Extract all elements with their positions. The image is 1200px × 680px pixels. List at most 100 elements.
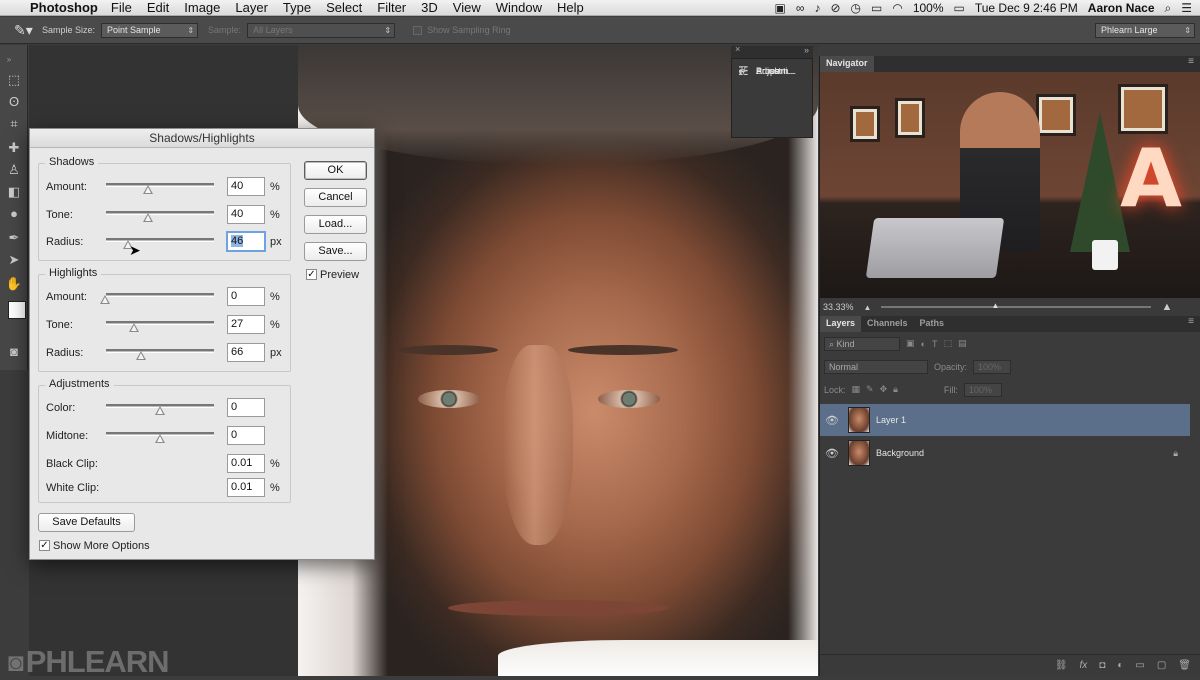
highlights-tone-slider[interactable] [106,321,214,325]
creative-cloud-icon[interactable]: ∞ [796,1,805,15]
load-button[interactable]: Load... [304,215,367,234]
menu-window[interactable]: Window [496,0,542,15]
layer-row-layer-1[interactable]: 👁︎ Layer 1 [820,404,1190,436]
save-defaults-button[interactable]: Save Defaults [38,513,135,532]
color-slider-thumb[interactable] [155,406,165,415]
blend-mode-select[interactable]: Normal [824,359,928,374]
stamp-tool-icon[interactable]: ♙ [4,161,24,179]
zoom-slider[interactable]: ▲ [881,301,1152,310]
time-machine-icon[interactable]: ◷ [851,1,861,15]
pen-tool-icon[interactable]: ✒ [4,229,24,247]
search-icon[interactable]: ⌕ [1165,1,1172,16]
camera-icon[interactable]: ▣ [775,1,786,15]
zoom-out-icon[interactable]: ▲ [864,303,872,312]
zoom-in-icon[interactable]: ▲ [1161,301,1172,313]
menu-layer[interactable]: Layer [235,0,268,15]
highlights-amount-slider[interactable] [106,293,214,297]
highlights-radius-slider[interactable] [106,349,214,353]
save-button[interactable]: Save... [304,242,367,261]
show-more-options-label[interactable]: Show More Options [53,540,150,552]
sampling-ring-option[interactable]: Show Sampling Ring [413,25,511,36]
filter-pixel-icon[interactable]: ▣ [906,338,915,349]
black-clip-input[interactable]: 0.01 [227,454,265,473]
menu-select[interactable]: Select [326,0,362,15]
shadows-radius-input[interactable]: 46 [226,231,266,252]
fx-icon[interactable]: fx [1080,660,1088,671]
new-layer-icon[interactable]: ▢ [1157,660,1166,671]
quick-mask-icon[interactable]: ◙ [4,343,24,361]
ok-button[interactable]: OK [304,161,367,180]
menu-type[interactable]: Type [283,0,311,15]
layer-name[interactable]: Background [876,448,924,458]
collapse-icon[interactable]: » [804,45,809,55]
canvas-photo[interactable] [298,45,818,676]
shadows-tone-slider[interactable] [106,211,214,215]
white-clip-input[interactable]: 0.01 [227,478,265,497]
lasso-tool-icon[interactable]: ʘ [4,93,24,111]
marquee-tool-icon[interactable]: ⬚ [4,71,24,89]
preview-label[interactable]: Preview [320,269,359,281]
battery-percent[interactable]: 100% [913,1,944,15]
blur-tool-icon[interactable]: ● [4,205,24,223]
dialog-title[interactable]: Shadows/Highlights [30,129,374,148]
filter-kind-select[interactable]: ⌕ Kind [824,336,900,351]
eyedropper-tool-icon[interactable]: ✎▾ [0,22,42,39]
panel-menu-icon[interactable]: ≡ [1188,56,1200,72]
layer-name[interactable]: Layer 1 [876,415,906,425]
tab-channels[interactable]: Channels [861,316,914,332]
preview-checkbox[interactable]: ✓ [306,269,317,280]
highlights-radius-input[interactable]: 66 [227,343,265,362]
menu-help[interactable]: Help [557,0,584,15]
lock-transparency-icon[interactable]: ▦ [852,384,861,395]
eraser-tool-icon[interactable]: ◧ [4,183,24,201]
filter-smart-object-icon[interactable]: ▤ [958,338,967,349]
link-layers-icon[interactable]: ⛓ [1055,660,1068,671]
shadows-amount-slider[interactable] [106,183,214,187]
midtone-slider-thumb[interactable] [155,434,165,443]
fill-field[interactable]: 100% [963,382,1002,397]
toolbox-collapse-icon[interactable]: » [3,51,15,69]
sync-icon[interactable]: ⊘ [830,1,840,15]
shadows-tone-slider-thumb[interactable] [143,213,153,222]
menu-file[interactable]: File [111,0,132,15]
hand-tool-icon[interactable]: ✋ [4,275,24,293]
sample-select[interactable]: All Layers [247,22,396,38]
menu-3d[interactable]: 3D [421,0,438,15]
tab-navigator[interactable]: Navigator [820,56,874,72]
wifi-icon[interactable]: ◠ [892,1,902,15]
shadows-amount-input[interactable]: 40 [227,177,265,196]
notification-icon[interactable]: ♪ [814,1,820,15]
lock-pixels-icon[interactable]: ✎ [866,384,874,395]
menu-view[interactable]: View [453,0,481,15]
cancel-button[interactable]: Cancel [304,188,367,207]
color-input[interactable]: 0 [227,398,265,417]
new-group-icon[interactable]: ▭ [1135,660,1144,671]
battery-icon[interactable]: ▭ [954,1,965,15]
sample-size-select[interactable]: Point Sample [101,22,199,38]
display-icon[interactable]: ▭ [871,1,882,15]
delete-layer-icon[interactable]: 🗑︎ [1178,660,1191,671]
layer-row-background[interactable]: 👁︎ Background 🔒︎ [820,437,1190,469]
new-adjustment-layer-icon[interactable]: ◐ [1117,660,1123,671]
app-menu-photoshop[interactable]: Photoshop [30,0,98,15]
foreground-color-swatch[interactable] [8,301,26,319]
close-icon[interactable]: × [735,44,740,54]
visibility-eye-icon[interactable]: 👁︎ [820,447,844,460]
highlights-amount-slider-thumb[interactable] [100,295,110,304]
path-select-tool-icon[interactable]: ➤ [4,251,24,269]
sampling-ring-checkbox[interactable] [413,26,423,36]
filter-adjustment-icon[interactable]: ◐ [921,339,926,349]
menu-edit[interactable]: Edit [147,0,169,15]
mini-panel-header[interactable]: ×» [731,44,813,58]
opacity-field[interactable]: 100% [973,359,1012,374]
clock[interactable]: Tue Dec 9 2:46 PM [975,1,1078,15]
shadows-amount-slider-thumb[interactable] [143,185,153,194]
navigator-preview[interactable]: A [820,72,1200,298]
tab-layers[interactable]: Layers [820,316,862,332]
healing-brush-icon[interactable]: ✚ [4,139,24,157]
show-more-options-checkbox[interactable]: ✓ [39,540,50,551]
highlights-tone-slider-thumb[interactable] [129,323,139,332]
navigator-zoom[interactable]: 33.33% [823,302,854,312]
lock-position-icon[interactable]: ✥ [880,384,888,395]
lock-all-icon[interactable]: 🔒︎ [893,384,898,395]
